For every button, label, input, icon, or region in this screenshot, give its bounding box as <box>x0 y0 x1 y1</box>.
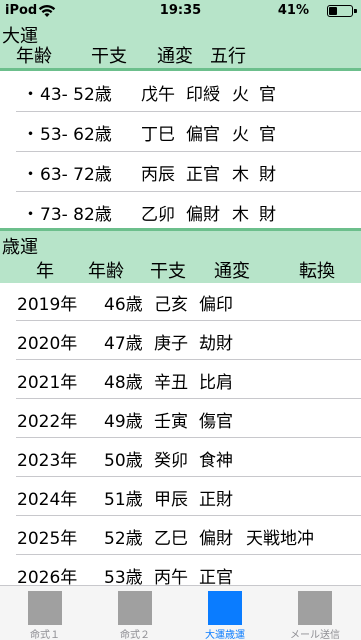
saiun-age: 52歳 <box>104 529 143 549</box>
daiun-row[interactable]: ・ 73- 82歳 乙卯 偏財木財 <box>0 191 361 231</box>
saiun-kanshi: 乙巳 <box>154 529 188 549</box>
daiun-kanshi: 丁巳 <box>141 125 175 145</box>
saiun-year: 2022年 <box>17 412 78 432</box>
daiun-kanshi: 乙卯 <box>141 205 175 225</box>
daiun-row[interactable]: ・ 63- 72歳 丙辰 正官木財 <box>0 151 361 191</box>
daiun-tsuhen: 偏官 <box>186 125 220 145</box>
daiun-gogyo-star: 財 <box>259 165 276 185</box>
saiun-year: 2020年 <box>17 334 78 354</box>
daiun-gogyo-element: 火 <box>232 125 249 145</box>
saiun-tsuhen: 偏印 <box>199 295 233 315</box>
saiun-age: 51歳 <box>104 490 143 510</box>
daiun-tsuhen: 偏財 <box>186 205 220 225</box>
daiun-age: 53- 62歳 <box>40 125 112 145</box>
tab-square-icon <box>28 591 62 625</box>
saiun-age: 47歳 <box>104 334 143 354</box>
saiun-kanshi: 庚子 <box>154 334 188 354</box>
saiun-col-tenkan: 転換 <box>299 261 335 282</box>
daiun-gogyo-star: 官 <box>259 125 276 145</box>
saiun-row[interactable]: 2024年 51歳 甲辰 正財 <box>0 476 361 515</box>
daiun-age: 63- 72歳 <box>40 165 112 185</box>
saiun-age: 50歳 <box>104 451 143 471</box>
saiun-age: 49歳 <box>104 412 143 432</box>
saiun-tsuhen: 偏財 <box>199 529 233 549</box>
tab-square-icon <box>298 591 332 625</box>
tab-mail-send[interactable]: メール送信 <box>270 586 360 640</box>
tab-square-icon <box>118 591 152 625</box>
tab-daiun-saiun[interactable]: 大運歳運 <box>180 586 270 640</box>
tab-label: 大運歳運 <box>205 630 245 640</box>
saiun-kanshi: 甲辰 <box>154 490 188 510</box>
daiun-tsuhen: 正官 <box>186 165 220 185</box>
saiun-tsuhen: 傷官 <box>199 412 233 432</box>
battery-icon <box>327 5 357 17</box>
saiun-title: 歳運 <box>2 237 38 258</box>
daiun-tsuhen: 印綬 <box>186 85 220 105</box>
tab-meishiki-1[interactable]: 命式１ <box>0 586 90 640</box>
battery-level-fill <box>329 7 337 15</box>
saiun-col-tsuhen: 通変 <box>214 261 250 282</box>
saiun-col-year: 年 <box>36 261 54 282</box>
saiun-year: 2019年 <box>17 295 78 315</box>
daiun-bullet: ・ <box>22 165 39 185</box>
saiun-age: 48歳 <box>104 373 143 393</box>
saiun-tsuhen: 比肩 <box>199 373 233 393</box>
saiun-row[interactable]: 2025年 52歳 乙巳 偏財 天戦地冲 <box>0 515 361 554</box>
saiun-section-header: 歳運 年 年齢 干支 通変 転換 <box>0 231 361 283</box>
daiun-gogyo-element: 木 <box>232 165 249 185</box>
tab-bar: 命式１ 命式２ 大運歳運 メール送信 <box>0 585 361 640</box>
saiun-row[interactable]: 2020年 47歳 庚子 劫財 <box>0 320 361 359</box>
battery-percent: 41% <box>277 3 309 18</box>
daiun-gogyo-star: 財 <box>259 205 276 225</box>
saiun-col-kanshi: 干支 <box>150 261 186 282</box>
daiun-kanshi: 戊午 <box>141 85 175 105</box>
daiun-row[interactable]: ・ 53- 62歳 丁巳 偏官火官 <box>0 111 361 151</box>
daiun-col-tsuhen: 通変 <box>157 46 193 67</box>
status-bar: iPod 19:35 41% <box>0 0 361 22</box>
saiun-tsuhen: 正財 <box>199 490 233 510</box>
saiun-kanshi: 己亥 <box>154 295 188 315</box>
saiun-kanshi: 壬寅 <box>154 412 188 432</box>
daiun-row[interactable]: ・ 43- 52歳 戊午 印綬火官 <box>0 71 361 111</box>
saiun-tsuhen: 劫財 <box>199 334 233 354</box>
daiun-gogyo-star: 官 <box>259 85 276 105</box>
daiun-col-age: 年齢 <box>16 46 52 67</box>
saiun-year: 2021年 <box>17 373 78 393</box>
daiun-gogyo-element: 火 <box>232 85 249 105</box>
daiun-bullet: ・ <box>22 125 39 145</box>
saiun-kanshi: 辛丑 <box>154 373 188 393</box>
saiun-col-age: 年齢 <box>88 261 124 282</box>
daiun-col-gogyo: 五行 <box>210 46 246 67</box>
daiun-bullet: ・ <box>22 85 39 105</box>
daiun-age: 43- 52歳 <box>40 85 112 105</box>
daiun-kanshi: 丙辰 <box>141 165 175 185</box>
saiun-row[interactable]: 2021年 48歳 辛丑 比肩 <box>0 359 361 398</box>
tab-label: 命式１ <box>30 630 60 640</box>
daiun-section-header: 大運 年齢 干支 通変 五行 <box>0 22 361 68</box>
saiun-tenkan: 天戦地冲 <box>246 529 314 549</box>
saiun-year: 2024年 <box>17 490 78 510</box>
saiun-year: 2025年 <box>17 529 78 549</box>
tab-meishiki-2[interactable]: 命式２ <box>90 586 180 640</box>
saiun-tsuhen: 食神 <box>199 451 233 471</box>
saiun-row[interactable]: 2019年 46歳 己亥 偏印 <box>0 281 361 320</box>
tab-square-icon <box>208 591 242 625</box>
saiun-age: 46歳 <box>104 295 143 315</box>
daiun-gogyo-element: 木 <box>232 205 249 225</box>
daiun-age: 73- 82歳 <box>40 205 112 225</box>
tab-label: メール送信 <box>290 630 340 640</box>
saiun-row[interactable]: 2022年 49歳 壬寅 傷官 <box>0 398 361 437</box>
tab-label: 命式２ <box>120 630 150 640</box>
daiun-col-kanshi: 干支 <box>91 46 127 67</box>
saiun-kanshi: 癸卯 <box>154 451 188 471</box>
saiun-row[interactable]: 2023年 50歳 癸卯 食神 <box>0 437 361 476</box>
daiun-bullet: ・ <box>22 205 39 225</box>
saiun-year: 2023年 <box>17 451 78 471</box>
